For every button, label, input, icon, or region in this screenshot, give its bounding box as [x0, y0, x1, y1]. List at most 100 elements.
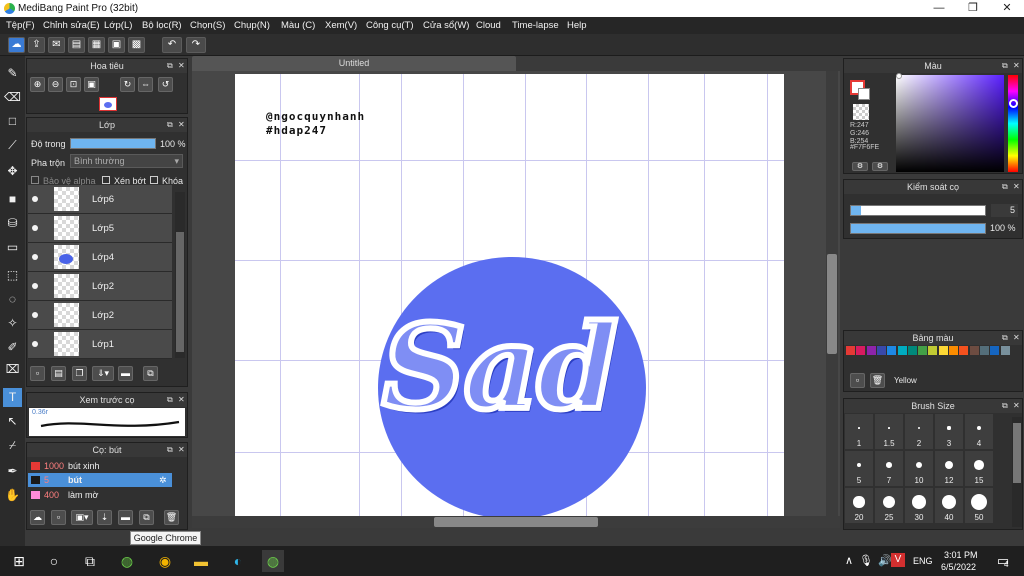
notification-icon[interactable]: ▭: [992, 550, 1014, 572]
palette-swatch[interactable]: [846, 346, 855, 355]
drawing-canvas[interactable]: @ngocquynhanh #hdap247 Sad: [235, 74, 784, 516]
hue-slider[interactable]: [1008, 75, 1018, 172]
panel-close-icon[interactable]: ✕: [178, 61, 185, 70]
lasso-tool-icon[interactable]: ◌: [3, 290, 22, 309]
visibility-icon[interactable]: [32, 341, 38, 347]
actual-size-icon[interactable]: ▣: [84, 77, 99, 92]
brush-size-cell[interactable]: 25: [875, 488, 903, 523]
panel-detach-icon[interactable]: ⧉: [1002, 333, 1008, 343]
menu-tools[interactable]: Công cụ(T): [366, 20, 414, 31]
visibility-icon[interactable]: [32, 225, 38, 231]
layer-menu-icon[interactable]: ⇓▾: [92, 366, 114, 381]
brush-size-cell[interactable]: 1.5: [875, 414, 903, 449]
chat-icon[interactable]: ▤: [68, 37, 85, 53]
palette-add-icon[interactable]: ▫: [850, 373, 865, 388]
zoom-in-icon[interactable]: ⊕: [30, 77, 45, 92]
canvas-tab[interactable]: Untitled: [192, 56, 516, 71]
panel-detach-icon[interactable]: ⧉: [1002, 401, 1008, 411]
clock-time[interactable]: 3:01 PM: [944, 550, 978, 560]
palette-swatch[interactable]: [938, 346, 948, 355]
palette-swatch[interactable]: [887, 346, 897, 355]
brush-size-cell[interactable]: 10: [905, 451, 933, 486]
new-brush-icon[interactable]: ▫: [51, 510, 66, 525]
palette-swatch[interactable]: [928, 346, 938, 355]
clipping-checkbox[interactable]: [102, 176, 110, 184]
palette-swatch[interactable]: [918, 346, 928, 355]
maximize-button[interactable]: ❐: [956, 0, 990, 17]
brush-size-cell[interactable]: 2: [905, 414, 933, 449]
dot-tool-icon[interactable]: □: [3, 112, 22, 131]
grid-icon[interactable]: ▣: [108, 37, 125, 53]
color-swap-icon[interactable]: ⚙: [872, 162, 888, 171]
menu-view[interactable]: Xem(V): [325, 20, 357, 31]
palette-swatch[interactable]: [876, 346, 886, 355]
menu-layer[interactable]: Lớp(L): [104, 20, 132, 31]
brush-opacity-slider[interactable]: [850, 223, 986, 234]
canvas-vertical-scrollbar[interactable]: [826, 71, 838, 516]
fill-rect-tool-icon[interactable]: ■: [3, 190, 22, 209]
palette-swatch[interactable]: [866, 346, 876, 355]
brush-size-cell[interactable]: 1: [845, 414, 873, 449]
gradient-tool-icon[interactable]: ▭: [3, 238, 22, 257]
redo-icon[interactable]: ↷: [186, 37, 206, 53]
panel-close-icon[interactable]: ✕: [1013, 401, 1020, 410]
panel-close-icon[interactable]: ✕: [178, 120, 185, 129]
menu-color[interactable]: Màu (C): [281, 20, 315, 31]
move-tool-icon[interactable]: ✥: [3, 162, 22, 181]
panel-close-icon[interactable]: ✕: [178, 445, 185, 454]
folder-icon[interactable]: ▬: [118, 366, 133, 381]
menu-filter[interactable]: Bộ lọc(R): [142, 20, 182, 31]
close-button[interactable]: ✕: [990, 0, 1024, 17]
blend-select[interactable]: Bình thường ▾: [70, 154, 183, 168]
panel-detach-icon[interactable]: ⧉: [167, 445, 173, 455]
menu-cloud[interactable]: Cloud: [476, 20, 501, 31]
navigator-thumbnail[interactable]: [99, 97, 117, 111]
brush-size-slider[interactable]: [850, 205, 986, 216]
comment-icon[interactable]: ✉: [48, 37, 65, 53]
layer-scrollbar[interactable]: [175, 192, 185, 358]
color-picker-handle[interactable]: [896, 73, 902, 79]
reset-rotation-icon[interactable]: ↺: [158, 77, 173, 92]
text-tool-icon[interactable]: T: [3, 388, 22, 407]
panel-close-icon[interactable]: ✕: [1013, 61, 1020, 70]
palette-swatch[interactable]: [897, 346, 907, 355]
brush-item[interactable]: 5 bút ✲: [28, 473, 172, 487]
upload-icon[interactable]: ⇪: [28, 37, 45, 53]
menu-window[interactable]: Cửa sổ(W): [423, 20, 469, 31]
brush-size-cell[interactable]: 40: [935, 488, 963, 523]
cloud-brush-icon[interactable]: ☁: [30, 510, 45, 525]
brush-size-cell[interactable]: 30: [905, 488, 933, 523]
task-view-icon[interactable]: ⧉: [79, 550, 101, 572]
brush-settings-icon[interactable]: ✲: [159, 473, 167, 487]
brush-duplicate-icon[interactable]: ⧉: [139, 510, 154, 525]
brush-size-cell[interactable]: 4: [965, 414, 993, 449]
hand-tool-icon[interactable]: ✋: [3, 486, 22, 505]
panel-detach-icon[interactable]: ⧉: [1002, 61, 1008, 71]
palette-swatch[interactable]: [969, 346, 979, 355]
brush-tool-icon[interactable]: ✎: [3, 64, 22, 83]
palette-delete-icon[interactable]: 🗑: [870, 373, 885, 388]
file-explorer-icon[interactable]: ▬: [190, 550, 212, 572]
operation-tool-icon[interactable]: ↖: [3, 412, 22, 431]
delete-brush-icon[interactable]: 🗑: [164, 510, 179, 525]
brush-item[interactable]: 1000 bút xinh: [28, 459, 172, 473]
palette-swatch[interactable]: [1000, 346, 1010, 355]
brush-size-cell[interactable]: 50: [965, 488, 993, 523]
palette-swatch[interactable]: [979, 346, 989, 355]
lock-checkbox[interactable]: [150, 176, 158, 184]
transparent-color-swatch[interactable]: [853, 104, 869, 120]
secondary-color-swatch[interactable]: [858, 88, 870, 100]
edge-icon[interactable]: ◐: [227, 550, 249, 572]
panel-detach-icon[interactable]: ⧉: [167, 61, 173, 71]
menu-help[interactable]: Help: [567, 20, 587, 31]
brush-folder-icon[interactable]: ▬: [118, 510, 133, 525]
brush-size-cell[interactable]: 15: [965, 451, 993, 486]
brush-size-cell[interactable]: 20: [845, 488, 873, 523]
layer-row[interactable]: Lớp2: [28, 272, 172, 301]
menu-capture[interactable]: Chụp(N): [234, 20, 270, 31]
panel-detach-icon[interactable]: ⧉: [167, 120, 173, 130]
protect-alpha-checkbox[interactable]: [31, 176, 39, 184]
panel-detach-icon[interactable]: ⧉: [167, 395, 173, 405]
select-pen-tool-icon[interactable]: ✐: [3, 338, 22, 357]
magic-wand-tool-icon[interactable]: ✧: [3, 314, 22, 333]
